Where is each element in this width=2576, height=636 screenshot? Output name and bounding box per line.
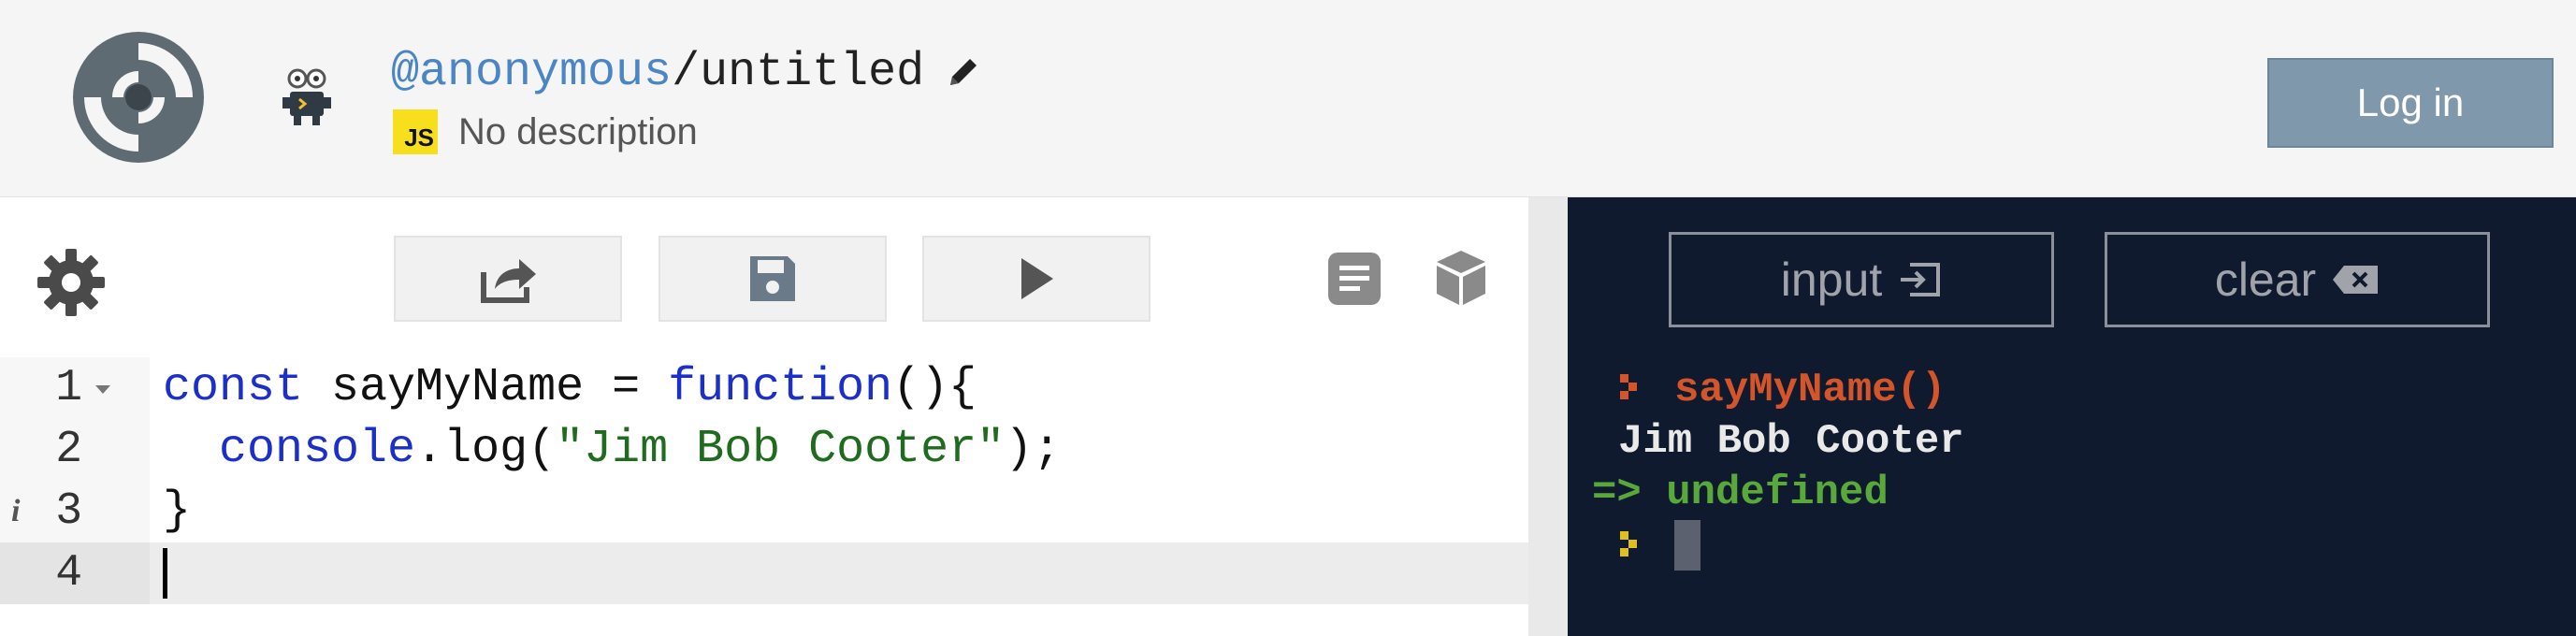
console-command: sayMyName() bbox=[1674, 367, 1946, 413]
line-number: 4 bbox=[55, 548, 82, 599]
info-marker-icon[interactable]: i bbox=[11, 494, 20, 529]
keyword-const: const bbox=[163, 361, 304, 414]
avatar-robot-icon[interactable] bbox=[277, 65, 337, 131]
title-separator: / bbox=[672, 46, 701, 99]
repl-logo-icon[interactable] bbox=[71, 30, 206, 165]
share-button[interactable] bbox=[394, 236, 622, 322]
backspace-icon bbox=[2333, 266, 2379, 294]
project-title: @anonymous/untitled bbox=[391, 45, 982, 101]
line-number: 1 bbox=[55, 363, 82, 413]
line-gutter: 4 bbox=[0, 542, 150, 604]
console-output: Jim Bob Cooter bbox=[1618, 418, 1964, 465]
identifier-console: console bbox=[219, 423, 416, 476]
code-line[interactable]: i 3 } bbox=[0, 481, 1528, 542]
save-button[interactable] bbox=[658, 236, 887, 322]
packages-cube-icon[interactable] bbox=[1433, 249, 1489, 307]
username-link[interactable]: @anonymous bbox=[391, 46, 672, 99]
code-line[interactable]: 2 console.log("Jim Bob Cooter"); bbox=[0, 419, 1528, 481]
docs-icon[interactable] bbox=[1326, 251, 1382, 307]
method-log: log bbox=[443, 423, 528, 476]
punctuation: ( bbox=[528, 423, 557, 476]
js-badge-label: JS bbox=[404, 123, 434, 152]
input-button[interactable]: input bbox=[1669, 232, 2054, 327]
settings-gear-icon[interactable] bbox=[36, 247, 107, 318]
text-cursor bbox=[163, 548, 167, 599]
pencil-edit-icon[interactable] bbox=[945, 53, 982, 91]
play-icon bbox=[1021, 258, 1053, 299]
share-icon bbox=[481, 259, 536, 303]
top-bar: @anonymous/untitled JS No description Lo… bbox=[0, 0, 2576, 197]
fold-toggle-icon[interactable] bbox=[95, 385, 110, 394]
string-literal: "Jim Bob Cooter" bbox=[556, 423, 1006, 476]
identifier: sayMyName = bbox=[303, 361, 669, 414]
js-language-icon: JS bbox=[393, 109, 438, 154]
line-gutter: 2 bbox=[0, 419, 150, 481]
punctuation: ); bbox=[1005, 423, 1062, 476]
code-line[interactable]: 1 const sayMyName = function(){ bbox=[0, 357, 1528, 419]
login-button[interactable]: Log in bbox=[2267, 58, 2554, 148]
return-value: undefined bbox=[1666, 470, 1889, 516]
code-line-active[interactable]: 4 bbox=[0, 542, 1528, 604]
prompt-arrow-icon bbox=[1620, 374, 1637, 399]
input-box-icon bbox=[1901, 263, 1941, 296]
line-number: 2 bbox=[55, 425, 82, 475]
input-button-label: input bbox=[1780, 253, 1883, 306]
save-floppy-icon bbox=[750, 256, 795, 301]
console-return: => undefined bbox=[1592, 468, 1889, 518]
keyword-function: function bbox=[668, 361, 893, 414]
pane-divider[interactable] bbox=[1528, 197, 1568, 636]
line-code[interactable]: console.log("Jim Bob Cooter"); bbox=[163, 419, 1061, 481]
console-input-cursor[interactable] bbox=[1674, 520, 1700, 571]
return-arrow: => bbox=[1592, 470, 1642, 516]
punctuation: . bbox=[415, 423, 444, 476]
line-code[interactable]: const sayMyName = function(){ bbox=[163, 357, 977, 419]
description-row: JS No description bbox=[393, 108, 698, 155]
code-editor[interactable]: 1 const sayMyName = function(){ 2 consol… bbox=[0, 357, 1528, 604]
clear-button-label: clear bbox=[2214, 253, 2317, 306]
punctuation: (){ bbox=[892, 361, 977, 414]
run-button[interactable] bbox=[922, 236, 1151, 322]
project-name[interactable]: untitled bbox=[700, 46, 924, 99]
line-gutter: 1 bbox=[0, 357, 150, 419]
input-prompt-icon bbox=[1620, 531, 1637, 556]
clear-button[interactable]: clear bbox=[2105, 232, 2490, 327]
line-code[interactable]: } bbox=[163, 481, 191, 542]
project-description[interactable]: No description bbox=[458, 111, 698, 153]
line-gutter: i 3 bbox=[0, 481, 150, 542]
line-number: 3 bbox=[55, 486, 82, 537]
